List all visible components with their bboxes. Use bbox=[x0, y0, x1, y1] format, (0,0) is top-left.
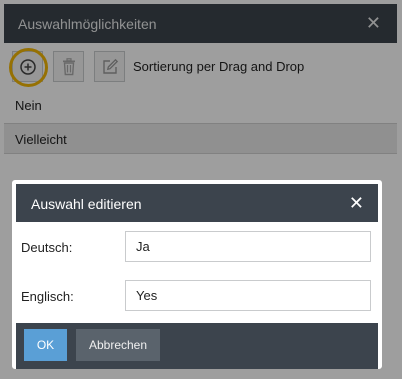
close-icon[interactable]: ✕ bbox=[349, 193, 364, 214]
english-input[interactable] bbox=[125, 280, 371, 311]
edit-dialog-title: Auswahl editieren bbox=[31, 196, 142, 212]
cancel-button[interactable]: Abbrechen bbox=[76, 329, 160, 361]
edit-dialog-footer: OK Abbrechen bbox=[16, 323, 378, 369]
edit-dialog-header: Auswahl editieren ✕ bbox=[16, 184, 378, 222]
ok-button[interactable]: OK bbox=[24, 329, 67, 361]
german-label: Deutsch: bbox=[21, 240, 73, 255]
edit-choice-dialog: Auswahl editieren ✕ Deutsch: Englisch: O… bbox=[12, 180, 382, 369]
german-input[interactable] bbox=[125, 231, 371, 262]
english-label: Englisch: bbox=[21, 289, 74, 304]
